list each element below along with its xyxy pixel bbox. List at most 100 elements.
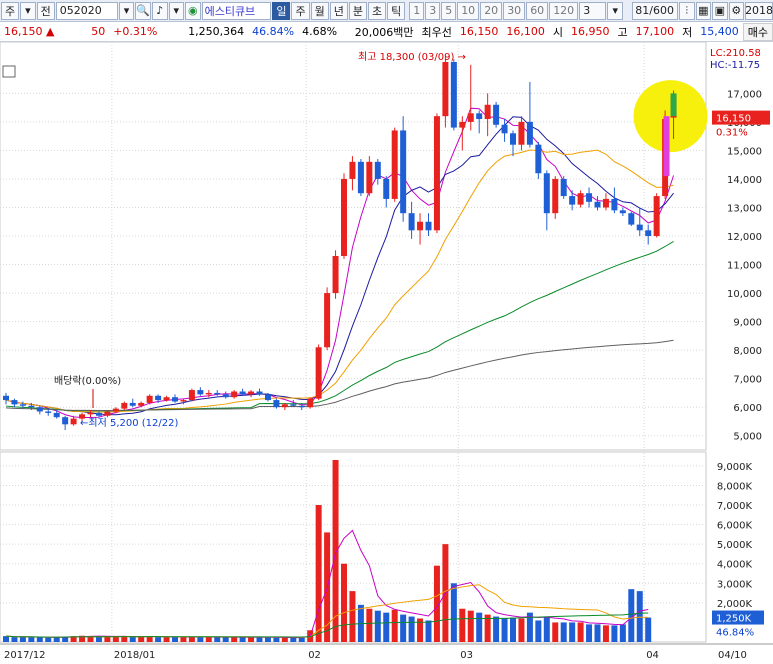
- candle-body: [315, 347, 322, 399]
- volume-bar: [315, 505, 322, 642]
- trade-button[interactable]: 매수: [742, 22, 773, 41]
- volume-bar: [467, 610, 474, 642]
- candle-body: [188, 390, 195, 401]
- current-volume-tag-text: 1,250K: [716, 614, 752, 625]
- volume-bar: [281, 637, 288, 642]
- price-tick-label: 14,000: [727, 175, 762, 186]
- volume-bar: [577, 622, 584, 642]
- candle-body: [256, 391, 263, 395]
- volume-tick-label: 6,000K: [717, 521, 753, 532]
- candle-body: [264, 394, 271, 401]
- period-tabs: 일주월년분초틱: [272, 1, 406, 20]
- candle-body: [273, 400, 280, 408]
- candle-body: [619, 210, 626, 214]
- period-tab-3[interactable]: 년: [329, 1, 348, 20]
- volume-tick-label: 9,000K: [717, 462, 753, 473]
- candle-body: [476, 113, 483, 120]
- candle-body: [569, 196, 576, 205]
- search-icon[interactable]: 🔍: [135, 1, 152, 20]
- candle-body: [400, 130, 407, 214]
- candle-body: [611, 198, 618, 211]
- market-select[interactable]: 전: [36, 1, 55, 20]
- volume-bar: [290, 637, 297, 642]
- save-icon[interactable]: ▣: [712, 1, 728, 20]
- gear-icon[interactable]: ⚙: [728, 1, 745, 20]
- chevron-down-icon[interactable]: ▾: [118, 1, 135, 20]
- volume-bar: [391, 609, 398, 642]
- interval-tab-20[interactable]: 20: [480, 1, 503, 20]
- candle-body: [45, 411, 52, 413]
- candle-body: [501, 124, 508, 134]
- interval-tab-10[interactable]: 10: [457, 1, 480, 20]
- price-tick-label: 5,000: [733, 432, 762, 443]
- chevron-down-icon[interactable]: ▾: [607, 1, 623, 20]
- candle-body: [11, 400, 18, 405]
- volume-bar: [129, 636, 136, 642]
- grid-icon[interactable]: ▦: [695, 1, 712, 20]
- volume-bar: [172, 636, 178, 642]
- candle-body: [408, 213, 415, 231]
- candle-body: [535, 144, 542, 174]
- volume-bar: [510, 617, 516, 642]
- volume-bar: [374, 610, 381, 642]
- price-tick-label: 13,000: [727, 203, 762, 214]
- volume-bar: [248, 637, 255, 642]
- interval-input[interactable]: 3: [579, 1, 607, 20]
- period-tab-0[interactable]: 일: [272, 1, 291, 20]
- interval-tab-5[interactable]: 5: [441, 1, 457, 20]
- candle-body: [493, 104, 500, 125]
- interval-tab-1[interactable]: 1: [409, 1, 425, 20]
- volume-bar: [450, 583, 457, 642]
- price-tick-label: 11,000: [727, 261, 762, 272]
- price-tick-label: 12,000: [727, 232, 762, 243]
- volume-tick-label: 3,000K: [717, 579, 753, 590]
- date-label: 2018/01: [114, 650, 156, 661]
- hc-label: HC:-11.75: [710, 60, 760, 71]
- candle-body: [36, 407, 43, 412]
- candle-body-latest: [670, 93, 677, 117]
- date-field[interactable]: 2018: [745, 1, 773, 20]
- lc-label: LC:210.58: [710, 48, 761, 59]
- quote-bar: 16,150 ▲ 50 +0.31% 1,250,364 46.84% 4.68…: [0, 22, 773, 42]
- candle-body: [281, 404, 288, 408]
- period-tab-2[interactable]: 월: [310, 1, 329, 20]
- volume-bar: [586, 624, 593, 642]
- volume-bar: [543, 616, 550, 642]
- candle-body: [349, 161, 356, 179]
- candles-icon[interactable]: ⫶: [679, 1, 695, 20]
- speaker-icon[interactable]: ♪: [152, 1, 168, 20]
- candle-body: [332, 255, 339, 294]
- type-select[interactable]: 주: [1, 1, 20, 20]
- page-counter: 81/600: [632, 1, 678, 20]
- candle-body: [467, 113, 474, 122]
- amount: 20,006백만: [354, 25, 414, 39]
- volume-tick-label: 2,000K: [717, 599, 753, 610]
- period-tab-1[interactable]: 주: [291, 1, 310, 20]
- candle-body: [450, 61, 457, 128]
- period-tab-5[interactable]: 초: [367, 1, 387, 20]
- interval-tab-120[interactable]: 120: [549, 1, 579, 20]
- period-tab-6[interactable]: 틱: [387, 1, 406, 20]
- stock-code-input[interactable]: 052020: [55, 1, 118, 20]
- price-change-pct: +0.31%: [113, 25, 158, 38]
- chevron-down-icon[interactable]: ▾: [20, 1, 36, 20]
- volume-bar: [602, 625, 609, 642]
- candle-body: [366, 161, 373, 194]
- candle-body-latest-prev: [663, 116, 670, 177]
- interval-tab-30[interactable]: 30: [503, 1, 526, 20]
- interval-tab-60[interactable]: 60: [526, 1, 549, 20]
- volume-bar: [341, 563, 347, 642]
- volume-bar: [239, 637, 246, 642]
- candle-body: [112, 408, 119, 412]
- candle-body: [425, 221, 432, 231]
- chevron-down-icon[interactable]: ▾: [168, 1, 185, 20]
- volume-bar: [214, 637, 221, 642]
- volume-bar: [3, 636, 9, 642]
- price-tick-label: 6,000: [733, 403, 762, 414]
- best-bid-label: 최우선: [421, 25, 452, 39]
- volume-bar: [366, 608, 373, 642]
- interval-tab-3[interactable]: 3: [425, 1, 441, 20]
- volume-bar: [231, 636, 238, 642]
- price-change: 50: [91, 25, 106, 38]
- period-tab-4[interactable]: 분: [348, 1, 367, 20]
